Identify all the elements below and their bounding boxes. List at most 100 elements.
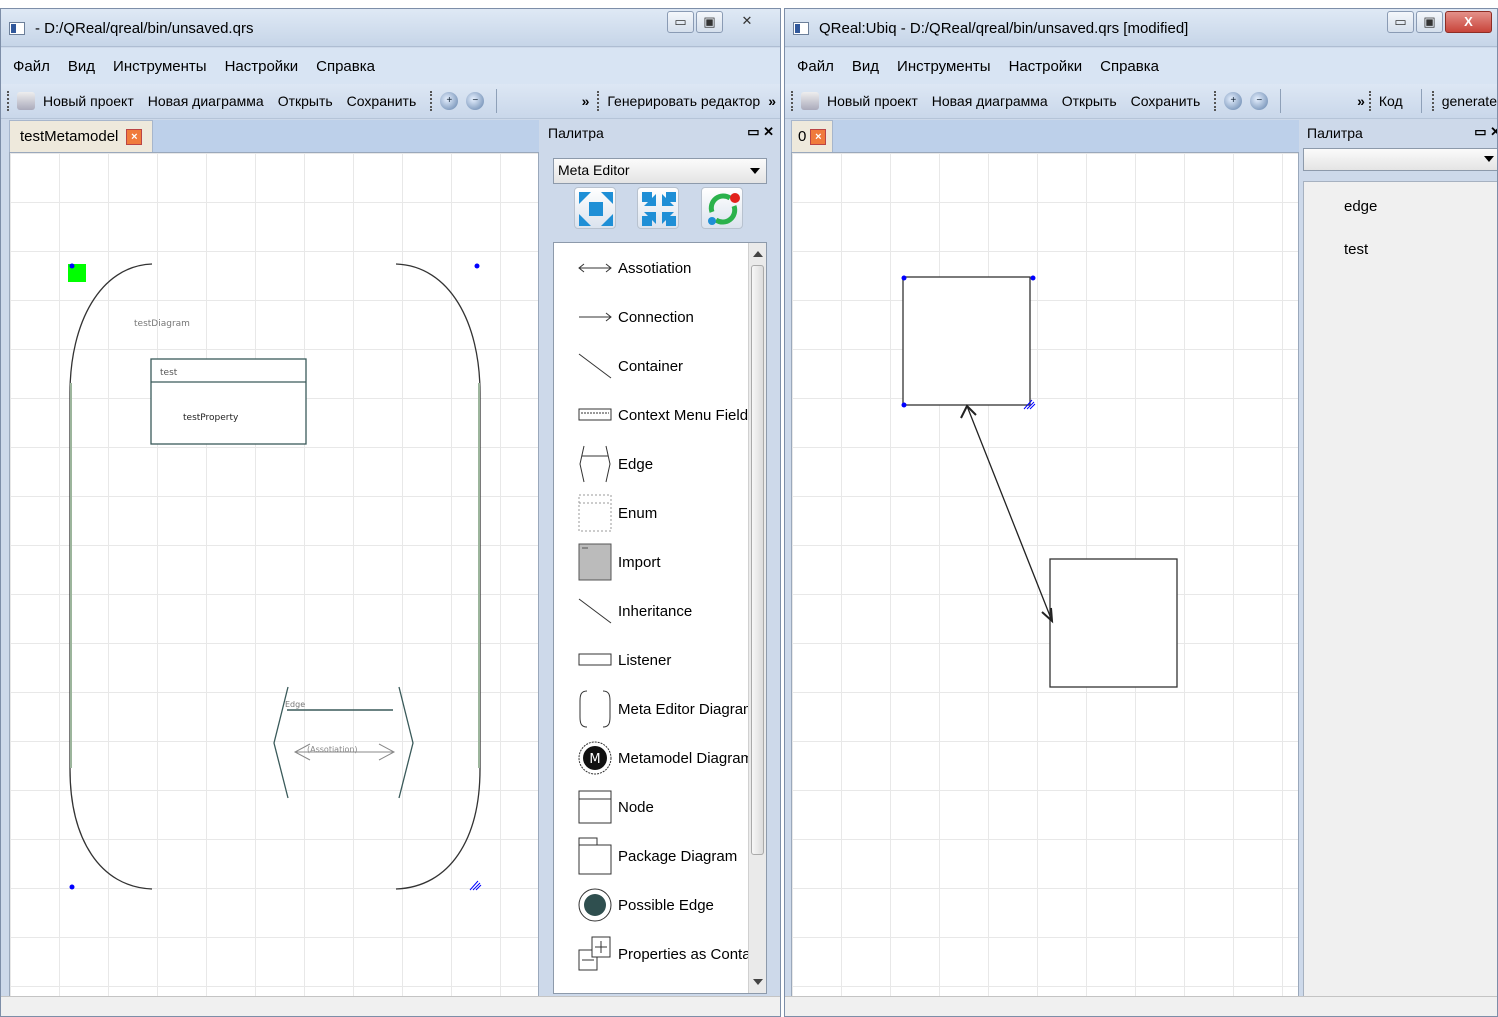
toolbar-separator: [496, 89, 498, 113]
tab-testmetamodel[interactable]: testMetamodel ×: [9, 120, 154, 152]
edge-right-bracket: [398, 686, 414, 799]
scroll-down-icon[interactable]: [753, 979, 763, 985]
minimize-icon[interactable]: ▭: [667, 11, 694, 33]
generate-button[interactable]: generate: [1442, 93, 1497, 109]
save-button[interactable]: Сохранить: [347, 93, 417, 109]
new-diagram-button[interactable]: Новая диаграмма: [932, 93, 1048, 109]
close-icon[interactable]: X: [1445, 11, 1492, 33]
menu-tools[interactable]: Инструменты: [113, 58, 207, 75]
palette-float-close-icon[interactable]: ▭ ✕: [747, 124, 774, 140]
edge-connection[interactable]: [966, 405, 1053, 622]
close-tab-icon[interactable]: ×: [810, 128, 827, 145]
palette-item-inheritance[interactable]: Inheritance: [578, 589, 692, 633]
zoom-out-icon[interactable]: −: [1250, 92, 1269, 110]
toolbar-grip[interactable]: [597, 91, 601, 111]
palette-scrollbar[interactable]: [748, 243, 766, 993]
palette-item-label: Assotiation: [618, 259, 692, 277]
right-diagram-canvas[interactable]: [791, 152, 1299, 997]
menu-file[interactable]: Файл: [797, 58, 834, 75]
generate-editor-button[interactable]: Генерировать редактор: [607, 93, 760, 109]
close-tab-icon[interactable]: ×: [126, 128, 143, 145]
editor-select[interactable]: Meta Editor: [553, 158, 767, 184]
new-project-button[interactable]: Новый проект: [827, 93, 918, 109]
new-diagram-button[interactable]: Новая диаграмма: [148, 93, 264, 109]
zoom-in-icon[interactable]: +: [440, 92, 459, 110]
node-instance-selected[interactable]: [902, 276, 1031, 406]
palette-item-edge[interactable]: edge: [1344, 198, 1377, 215]
palette-item-meta-editor-diagram[interactable]: Meta Editor Diagram: [578, 687, 756, 731]
menu-file[interactable]: Файл: [13, 58, 50, 75]
close-icon[interactable]: ✕: [725, 11, 769, 33]
menu-view[interactable]: Вид: [852, 58, 879, 75]
toolbar-overflow-button[interactable]: »: [768, 93, 776, 109]
node-instance[interactable]: [1049, 558, 1178, 688]
open-button[interactable]: Открыть: [278, 93, 333, 109]
palette-item-listener[interactable]: Listener: [578, 638, 671, 682]
toolbar-grip[interactable]: [7, 91, 11, 111]
toolbar-separator: [1420, 89, 1422, 113]
palette-item-import[interactable]: Import: [578, 540, 661, 584]
resize-grip-icon[interactable]: [469, 880, 482, 891]
selection-handle[interactable]: [1030, 275, 1036, 281]
menu-help[interactable]: Справка: [316, 58, 375, 75]
scroll-up-icon[interactable]: [753, 251, 763, 257]
menu-settings[interactable]: Настройки: [225, 58, 299, 75]
collapse-all-button[interactable]: [637, 187, 679, 229]
minimize-icon[interactable]: ▭: [1387, 11, 1414, 33]
selection-handle[interactable]: [69, 884, 75, 890]
context-menu-field-icon: [578, 408, 612, 421]
open-button[interactable]: Открыть: [1062, 93, 1117, 109]
menu-tools[interactable]: Инструменты: [897, 58, 991, 75]
expand-all-button[interactable]: [574, 187, 616, 229]
zoom-in-icon[interactable]: +: [1224, 92, 1243, 110]
palette-item-edge[interactable]: Edge: [578, 442, 653, 486]
left-diagram-canvas[interactable]: testDiagram test testProperty Edge (Asso…: [9, 152, 539, 1000]
menu-view[interactable]: Вид: [68, 58, 95, 75]
maximize-icon[interactable]: ▣: [1416, 11, 1443, 33]
selection-handle[interactable]: [474, 263, 480, 269]
toolbar-overflow-button[interactable]: »: [1357, 93, 1365, 109]
palette-item-possible-edge[interactable]: Possible Edge: [578, 883, 714, 927]
palette-item-test[interactable]: test: [1344, 241, 1368, 258]
printer-icon[interactable]: [801, 92, 819, 110]
import-icon: [578, 543, 612, 581]
scrollbar-thumb[interactable]: [751, 265, 764, 855]
palette-item-context-menu-field[interactable]: Context Menu Field: [578, 393, 748, 437]
toolbar-grip[interactable]: [1431, 91, 1436, 111]
code-button[interactable]: Код: [1379, 93, 1403, 109]
toolbar-grip[interactable]: [1214, 91, 1218, 111]
tab-0[interactable]: 0 ×: [791, 120, 834, 152]
palette-item-container[interactable]: Container: [578, 344, 683, 388]
palette-item-connection[interactable]: Connection: [578, 295, 694, 339]
palette-item-enum[interactable]: Enum: [578, 491, 657, 535]
editor-select[interactable]: [1303, 148, 1497, 171]
menu-settings[interactable]: Настройки: [1009, 58, 1083, 75]
toolbar-grip[interactable]: [430, 91, 434, 111]
selection-handle[interactable]: [901, 402, 907, 408]
selection-handle[interactable]: [901, 275, 907, 281]
container-icon: [578, 353, 612, 379]
refresh-icon: [708, 193, 740, 225]
palette-item-properties-as-container[interactable]: Properties as Contair: [578, 932, 759, 976]
assotiation-label: (Assotiation): [307, 745, 358, 754]
selection-handle[interactable]: [69, 263, 75, 269]
maximize-icon[interactable]: ▣: [696, 11, 723, 33]
toolbar-grip[interactable]: [791, 91, 795, 111]
zoom-out-icon[interactable]: −: [466, 92, 485, 110]
diagram-right-bracket: [395, 263, 481, 890]
palette-item-node[interactable]: Node: [578, 785, 654, 829]
menu-help[interactable]: Справка: [1100, 58, 1159, 75]
refresh-palette-button[interactable]: [701, 187, 743, 229]
palette-item-metamodel-diagram[interactable]: M Metamodel Diagram: [578, 736, 753, 780]
palette-float-close-icon[interactable]: ▭ ✕: [1474, 124, 1497, 140]
toolbar-overflow-button[interactable]: »: [582, 93, 590, 109]
palette-item-package-diagram[interactable]: Package Diagram: [578, 834, 737, 878]
diagram-drawing: [901, 275, 1178, 688]
inheritance-icon: [578, 598, 612, 624]
package-diagram-icon: [578, 837, 612, 875]
printer-icon[interactable]: [17, 92, 35, 110]
toolbar-grip[interactable]: [1368, 91, 1373, 111]
save-button[interactable]: Сохранить: [1131, 93, 1201, 109]
palette-item-assotiation[interactable]: Assotiation: [578, 246, 691, 290]
new-project-button[interactable]: Новый проект: [43, 93, 134, 109]
